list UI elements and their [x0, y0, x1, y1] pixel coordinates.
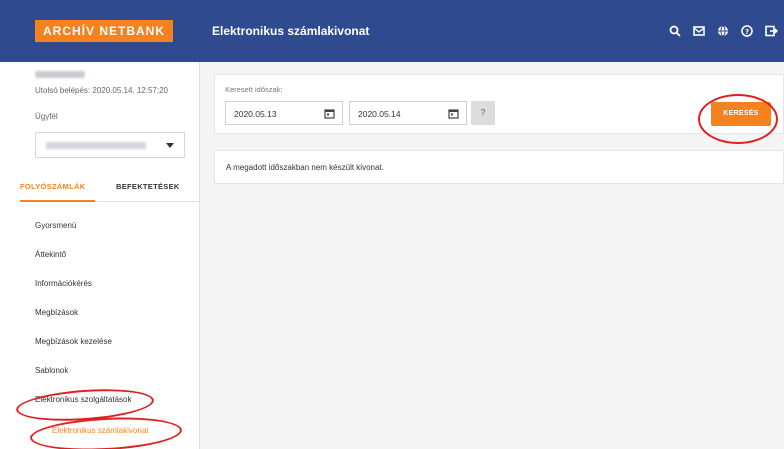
user-name-blurred: [35, 71, 85, 78]
tab-folyoszamlak[interactable]: FOLYÓSZÁMLÁK: [20, 182, 96, 202]
sidebar-subitem-elektronikus-szamlakivonat[interactable]: Elektronikus számlakivonat: [52, 426, 148, 435]
date-from-value: 2020.05.13: [234, 109, 277, 119]
logout-icon[interactable]: [764, 24, 778, 38]
period-label: Keresett időszak:: [225, 85, 283, 94]
sidebar-item-elektronikus-szolgaltatasok[interactable]: Elektronikus szolgáltatások: [35, 388, 195, 417]
sidebar-item-attekinto[interactable]: Áttekintő: [35, 243, 195, 272]
header-icons: ?: [668, 24, 778, 38]
sidebar-item-informaciokeres[interactable]: Információkérés: [35, 272, 195, 301]
client-label: Ügyfél: [35, 112, 58, 121]
client-select[interactable]: [35, 132, 185, 158]
search-icon[interactable]: [668, 24, 682, 38]
client-value-blurred: [46, 142, 146, 149]
main-content: Keresett időszak: 2020.05.13 2020.05.14 …: [200, 62, 784, 449]
sidebar-item-megbizasok[interactable]: Megbízások: [35, 301, 195, 330]
result-message: A megadott időszakban nem készült kivona…: [226, 163, 384, 172]
page-title: Elektronikus számlakivonat: [212, 24, 370, 38]
tab-befektetesek[interactable]: BEFEKTETÉSEK: [116, 182, 180, 191]
top-bar: ARCHÍV NETBANK Elektronikus számlakivona…: [0, 0, 784, 62]
date-to-value: 2020.05.14: [358, 109, 401, 119]
sidebar-item-sablonok[interactable]: Sablonok: [35, 359, 195, 388]
sidebar-item-megbizasok-kezelese[interactable]: Megbízások kezelése: [35, 330, 195, 359]
date-to-field[interactable]: 2020.05.14: [349, 101, 467, 125]
last-login: Utolsó belépés: 2020.05.14. 12:57:20: [35, 86, 168, 95]
help-button[interactable]: ?: [471, 101, 495, 125]
sidebar-item-gyorsmenu[interactable]: Gyorsmenü: [35, 214, 195, 243]
globe-icon[interactable]: [716, 24, 730, 38]
search-panel: Keresett időszak: 2020.05.13 2020.05.14 …: [214, 74, 784, 134]
mail-icon[interactable]: [692, 24, 706, 38]
calendar-icon[interactable]: [448, 108, 459, 119]
calendar-icon[interactable]: [324, 108, 335, 119]
date-from-field[interactable]: 2020.05.13: [225, 101, 343, 125]
sidebar-nav: Gyorsmenü Áttekintő Információkérés Megb…: [35, 214, 195, 417]
help-icon[interactable]: ?: [740, 24, 754, 38]
logo[interactable]: ARCHÍV NETBANK: [35, 20, 173, 42]
sidebar: Utolsó belépés: 2020.05.14. 12:57:20 Ügy…: [0, 62, 200, 449]
chevron-down-icon: [166, 143, 174, 148]
svg-text:?: ?: [745, 28, 749, 36]
account-tabs: FOLYÓSZÁMLÁK BEFEKTETÉSEK: [20, 174, 200, 202]
result-panel: A megadott időszakban nem készült kivona…: [214, 150, 784, 184]
search-button[interactable]: KERESÉS: [711, 102, 771, 126]
